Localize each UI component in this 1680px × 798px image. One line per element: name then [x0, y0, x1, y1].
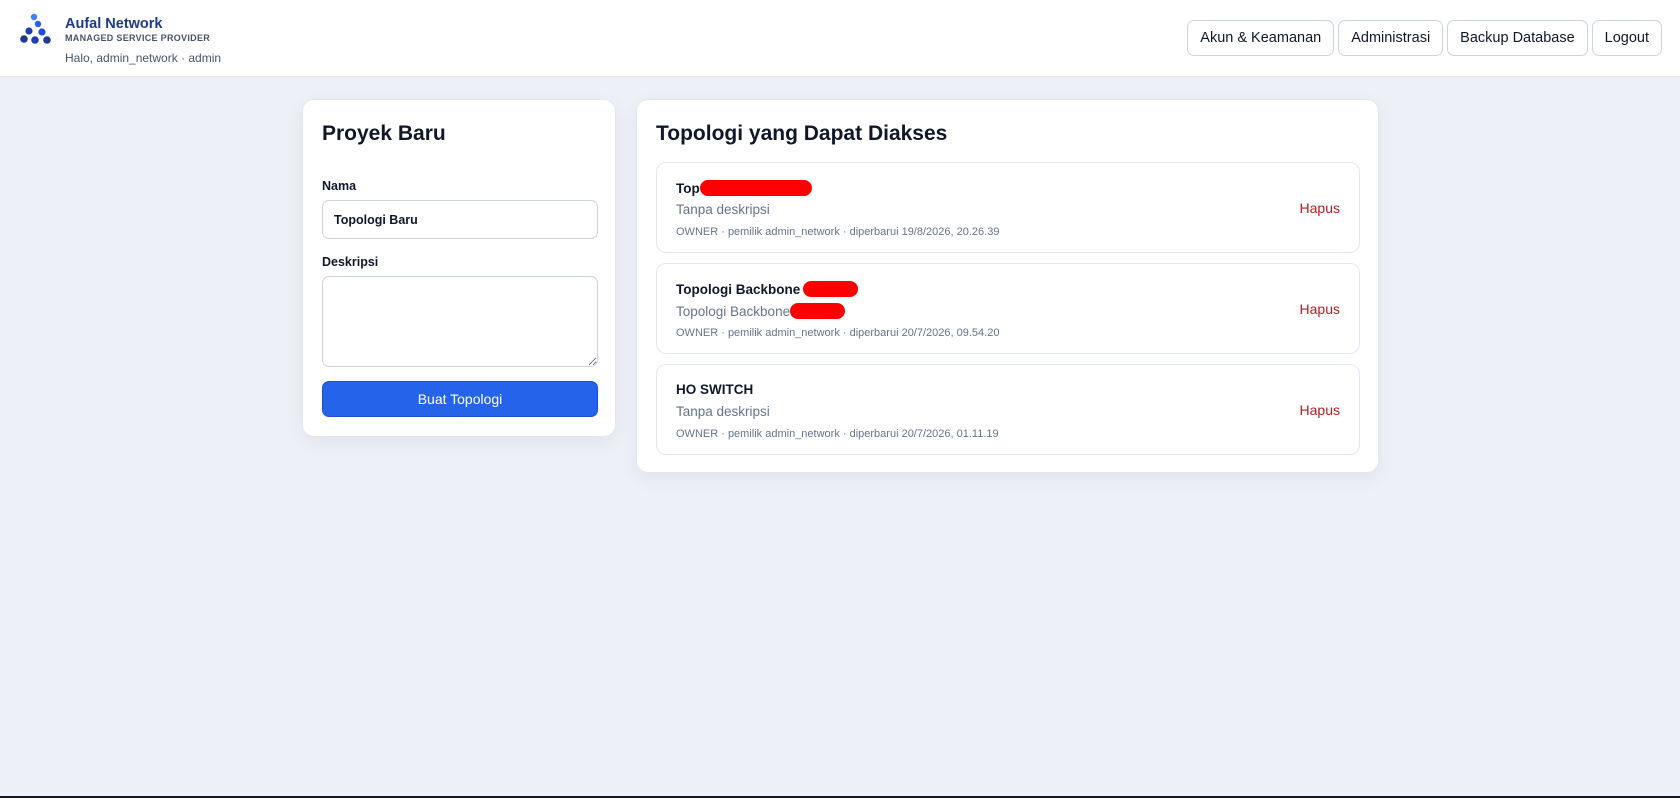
topology-meta: OWNER · pemilik admin_network · diperbar…	[676, 226, 1000, 238]
topology-meta: OWNER · pemilik admin_network · diperbar…	[676, 428, 999, 440]
topology-description: Tanpa deskripsi	[676, 404, 770, 419]
topology-meta: OWNER · pemilik admin_network · diperbar…	[676, 327, 1000, 339]
redaction-mark	[790, 303, 846, 319]
new-project-title: Proyek Baru	[322, 122, 446, 145]
name-label: Nama	[322, 179, 357, 193]
redaction-mark	[803, 281, 859, 297]
top-nav: Akun & Keamanan Administrasi Backup Data…	[1187, 20, 1662, 56]
network-nodes-logo-icon	[20, 13, 51, 44]
logout-button[interactable]: Logout	[1591, 20, 1662, 56]
backup-database-button[interactable]: Backup Database	[1447, 20, 1588, 56]
top-bar: Aufal Network MANAGED SERVICE PROVIDER H…	[0, 0, 1680, 77]
topology-item[interactable]: Top Tanpa deskripsi OWNER · pemilik admi…	[656, 162, 1360, 253]
topology-description: Topologi Backbone	[676, 303, 846, 319]
user-greeting: Halo, admin_network · admin	[65, 51, 222, 65]
create-topology-button[interactable]: Buat Topologi	[322, 381, 598, 417]
new-project-card: Proyek Baru Nama Deskripsi Buat Topologi	[302, 99, 616, 437]
account-security-button[interactable]: Akun & Keamanan	[1187, 20, 1335, 56]
topology-name[interactable]: Top	[676, 180, 812, 196]
topology-list: Top Tanpa deskripsi OWNER · pemilik admi…	[656, 162, 1360, 465]
description-textarea[interactable]	[322, 276, 598, 367]
brand-name: Aufal Network	[65, 16, 163, 32]
topology-description: Tanpa deskripsi	[676, 202, 770, 217]
topology-list-card: Topologi yang Dapat Diakses Top Tanpa de…	[636, 99, 1379, 473]
administration-button[interactable]: Administrasi	[1338, 20, 1444, 56]
topology-list-title: Topologi yang Dapat Diakses	[656, 122, 948, 145]
topology-name[interactable]: Topologi Backbone	[676, 281, 859, 297]
brand-subtitle: MANAGED SERVICE PROVIDER	[65, 33, 211, 43]
topology-name[interactable]: HO SWITCH	[676, 382, 753, 397]
topology-item[interactable]: HO SWITCH Tanpa deskripsi OWNER · pemili…	[656, 364, 1360, 455]
name-input[interactable]	[322, 200, 598, 239]
delete-link[interactable]: Hapus	[1300, 402, 1340, 418]
topology-item[interactable]: Topologi Backbone Topologi Backbone OWNE…	[656, 263, 1360, 354]
delete-link[interactable]: Hapus	[1300, 200, 1340, 216]
description-label: Deskripsi	[322, 255, 379, 269]
delete-link[interactable]: Hapus	[1300, 301, 1340, 317]
redaction-mark	[699, 180, 812, 196]
